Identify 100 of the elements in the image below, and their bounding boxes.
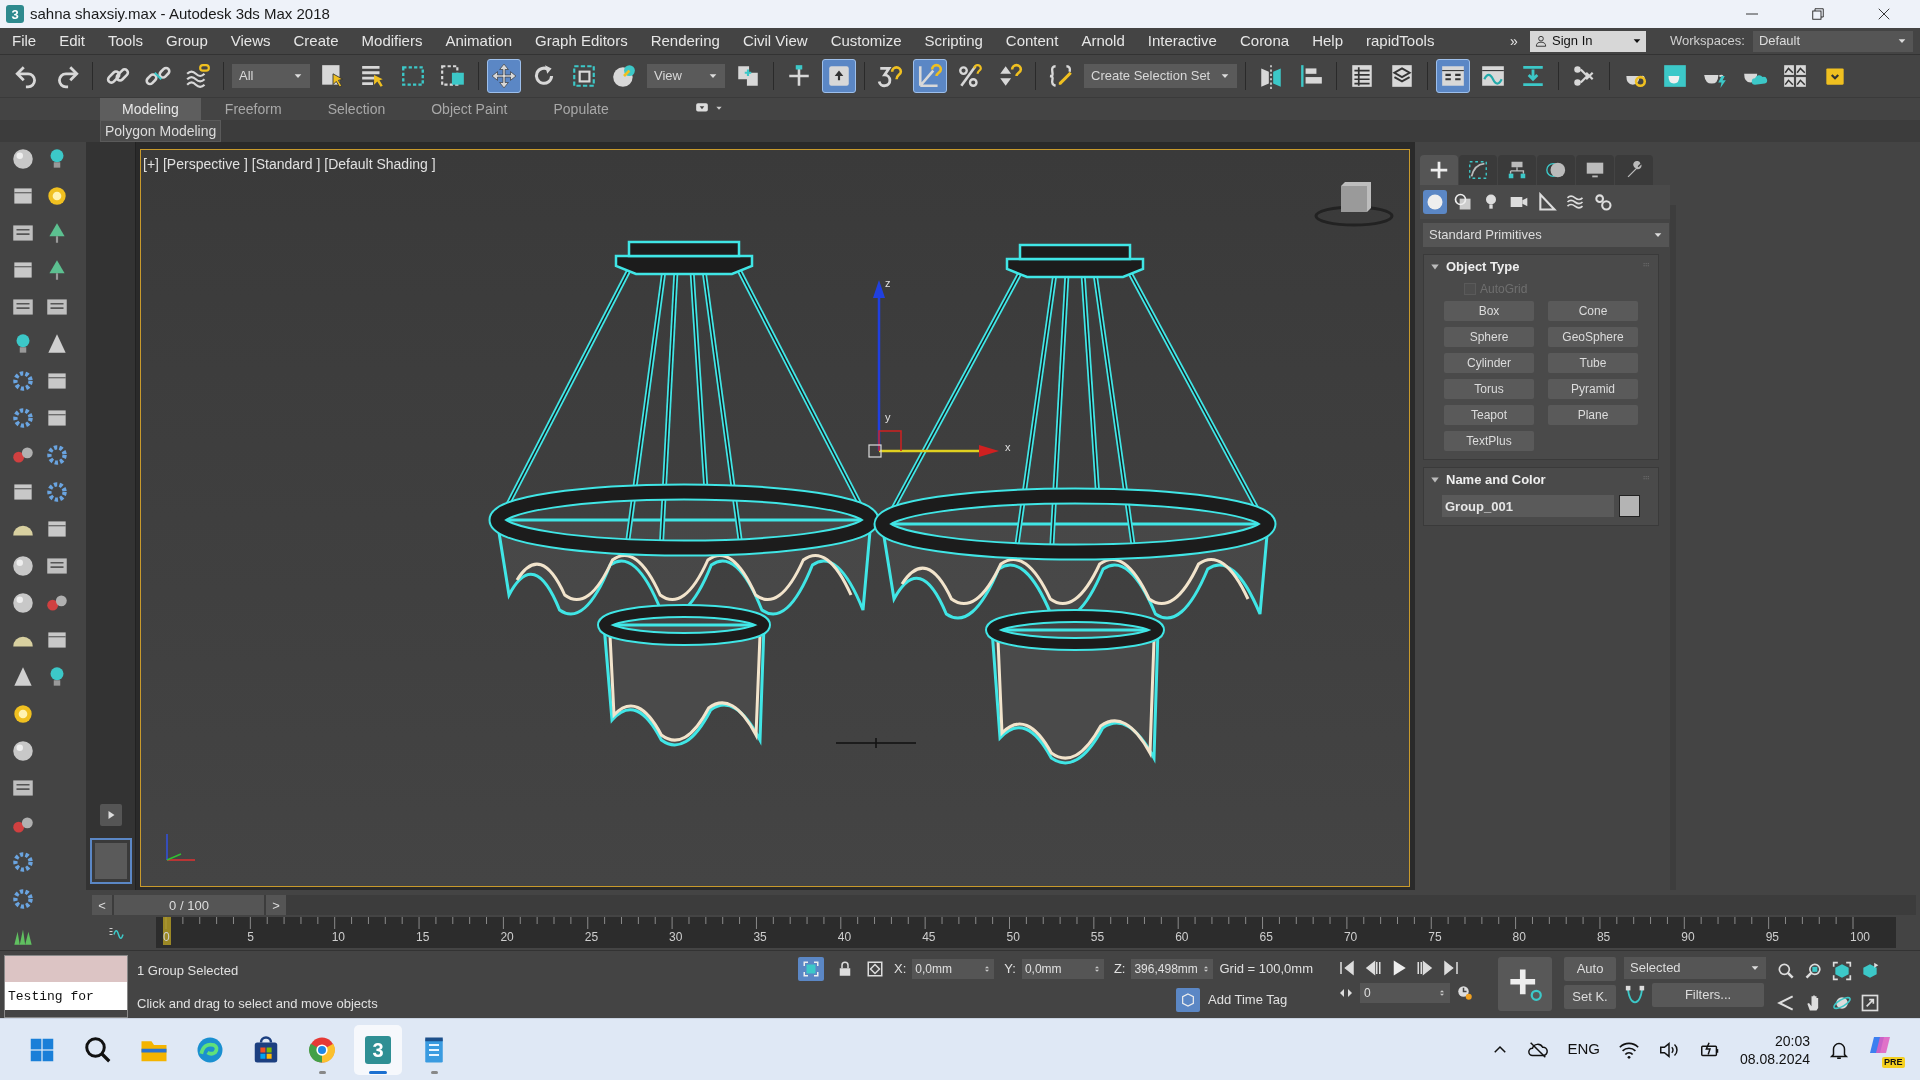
menu-overflow[interactable]: »: [1510, 30, 1530, 52]
clock-date[interactable]: 08.08.2024: [1739, 1049, 1810, 1068]
ribbon-tab[interactable]: Selection: [305, 98, 408, 120]
timeline-ruler[interactable]: 0 5 10 15 20 25 30 35 40 45 50 55 60 65 70 75 80 85 90 95 100: [156, 917, 1896, 948]
frame-number: 90: [1681, 931, 1695, 943]
rollout-title[interactable]: Object Type: [1446, 257, 1636, 277]
sign-in-dropdown[interactable]: Sign In: [1530, 30, 1646, 52]
previous-frame-button[interactable]: <: [92, 895, 112, 915]
ribbon-tab[interactable]: Modeling: [100, 98, 201, 120]
primitive-button[interactable]: Cylinder: [1444, 353, 1534, 373]
axis-label: x: [1005, 442, 1011, 453]
menu-item[interactable]: Interactive: [1147, 29, 1217, 53]
menu-item[interactable]: Create: [293, 29, 339, 53]
frame-number: 55: [1090, 931, 1105, 943]
menu-item[interactable]: File: [12, 29, 37, 53]
primitive-button[interactable]: TextPlus: [1444, 431, 1534, 451]
viewport-label[interactable]: [Default Shading ]: [324, 154, 436, 175]
menu-item[interactable]: Modifiers: [361, 29, 423, 53]
taskbar-app[interactable]: 3: [354, 1024, 402, 1075]
primitive-button[interactable]: Torus: [1444, 379, 1534, 399]
menu-item[interactable]: Scripting: [924, 29, 983, 53]
frame-number: 20: [500, 931, 514, 943]
auto-key-button[interactable]: Auto: [1564, 957, 1616, 981]
menu-item[interactable]: Tools: [108, 29, 144, 53]
viewport-label[interactable]: [Perspective ]: [162, 154, 248, 175]
toolbar-dropdown[interactable]: All: [232, 64, 310, 88]
preview-badge: PRE: [1882, 1056, 1905, 1068]
primitive-button[interactable]: Cone: [1548, 301, 1638, 321]
key-filters-button[interactable]: Filters...: [1652, 983, 1764, 1007]
menu-item[interactable]: Animation: [445, 29, 513, 53]
frame-number: 85: [1596, 931, 1611, 943]
viewport[interactable]: [+] [Perspective ] [Standard ] [Default Shading ] z y x: [140, 149, 1410, 887]
object-name-field[interactable]: Group_001: [1442, 495, 1614, 517]
menu-item[interactable]: Views: [230, 29, 271, 53]
frame-number: 65: [1259, 931, 1273, 943]
menu-item[interactable]: Corona: [1239, 29, 1290, 53]
frame-number: 30: [669, 931, 683, 943]
coordinate-label: Z:: [1113, 960, 1126, 979]
primitive-type-dropdown[interactable]: Standard Primitives: [1423, 223, 1669, 247]
time-slider-track[interactable]: < 0 / 100 >: [92, 895, 1916, 915]
axis-label: y: [885, 412, 891, 423]
app-icon[interactable]: 3: [365, 1035, 391, 1064]
rollout-title[interactable]: Name and Color: [1446, 470, 1636, 490]
menu-item[interactable]: rapidTools: [1366, 29, 1435, 53]
selection-status: 1 Group Selected: [137, 962, 240, 980]
ribbon-tab[interactable]: Object Paint: [409, 98, 530, 120]
clock-time[interactable]: 20:03: [1774, 1031, 1810, 1050]
toolbar-dropdown[interactable]: View: [647, 64, 725, 88]
primitive-button[interactable]: Plane: [1548, 405, 1638, 425]
menu-item[interactable]: Civil View: [742, 29, 808, 53]
frame-number: 100: [1850, 931, 1871, 943]
workspaces-label: Workspaces:: [1670, 32, 1745, 51]
grid-size-text: Grid = 100,0mm: [1219, 960, 1313, 979]
ribbon-panel-tab[interactable]: Polygon Modeling: [100, 120, 222, 142]
primitive-button[interactable]: Sphere: [1444, 327, 1534, 347]
coordinate-field[interactable]: 0,0mm: [912, 959, 995, 979]
primitive-button[interactable]: GeoSphere: [1548, 327, 1638, 347]
set-key-mode-button[interactable]: Set K.: [1564, 985, 1616, 1009]
script-listener-field[interactable]: Testing for: [5, 982, 127, 1010]
frame-number: 60: [1175, 931, 1189, 943]
viewport-label[interactable]: [+]: [143, 154, 159, 175]
axis-label: z: [885, 278, 891, 289]
coordinate-field[interactable]: 0,0mm: [1021, 959, 1104, 979]
ribbon-tab[interactable]: Freeform: [202, 98, 304, 120]
current-frame-field[interactable]: 0: [1360, 983, 1450, 1003]
workspace-dropdown[interactable]: Default: [1752, 30, 1913, 52]
menu-item[interactable]: Customize: [830, 29, 902, 53]
primitive-button[interactable]: Box: [1444, 301, 1534, 321]
menu-item[interactable]: Help: [1312, 29, 1343, 53]
menu-item[interactable]: Rendering: [650, 29, 720, 53]
toolbar-dropdown[interactable]: Create Selection Set: [1084, 64, 1238, 88]
primitive-button[interactable]: Pyramid: [1548, 379, 1638, 399]
input-language[interactable]: ENG: [1567, 1038, 1600, 1061]
menu-item[interactable]: Group: [166, 29, 208, 53]
ribbon-tab[interactable]: Populate: [531, 98, 631, 120]
key-filter-dropdown[interactable]: Selected: [1624, 957, 1766, 979]
menu-item[interactable]: Graph Editors: [535, 29, 628, 53]
frame-number: 80: [1512, 931, 1526, 943]
next-frame-button[interactable]: >: [266, 895, 286, 915]
menu-item[interactable]: Arnold: [1081, 29, 1125, 53]
frame-number: 0: [163, 931, 170, 943]
frame-number: 75: [1428, 931, 1442, 943]
time-tag-label[interactable]: Add Time Tag: [1208, 990, 1288, 1010]
frame-number: 15: [416, 931, 430, 943]
menu-item[interactable]: Content: [1005, 29, 1059, 53]
coordinate-field[interactable]: 396,498mm: [1131, 959, 1214, 979]
frame-number: 95: [1765, 931, 1779, 943]
viewport-label[interactable]: [Standard ]: [251, 154, 321, 175]
primitive-button[interactable]: Teapot: [1444, 405, 1534, 425]
frame-number: 10: [331, 931, 346, 943]
frame-number: 40: [837, 931, 852, 943]
app-icon: 3: [6, 5, 24, 23]
frame-number: 50: [1006, 931, 1020, 943]
frame-number: 5: [247, 931, 255, 943]
menu-item[interactable]: Edit: [59, 29, 86, 53]
primitive-button[interactable]: Tube: [1548, 353, 1638, 373]
time-slider-thumb[interactable]: 0 / 100: [114, 895, 264, 915]
window-title: sahna shaxsiy.max - Autodesk 3ds Max 2018: [30, 3, 331, 24]
frame-number: 35: [753, 931, 767, 943]
frame-number: 25: [584, 931, 599, 943]
